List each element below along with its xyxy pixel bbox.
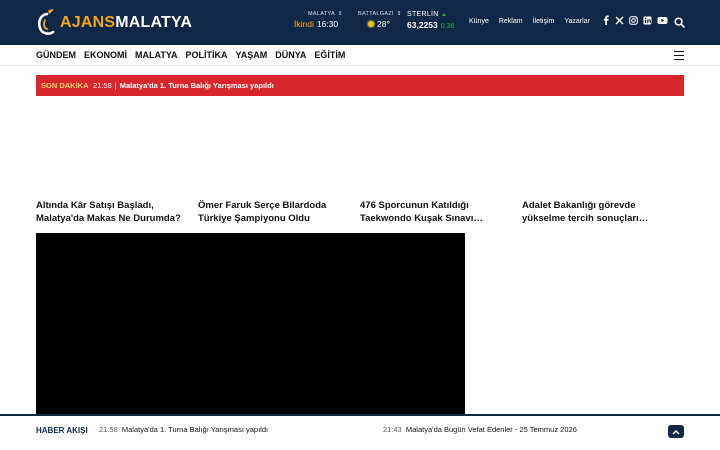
feed-time: 21:58	[99, 425, 118, 434]
search-icon[interactable]	[674, 15, 685, 33]
main-menu: GÜNDEM EKONOMİ MALATYA POLİTİKA YAŞAM DÜ…	[36, 50, 345, 60]
prayer-name: İkindi	[294, 19, 314, 29]
breaking-separator: |	[114, 81, 117, 90]
breaking-time: 21:58	[93, 81, 112, 90]
top-header: AJANSMALATYA MALATYA ⇕ İkindi 16:30 BATTAL…	[0, 0, 720, 45]
youtube-icon[interactable]	[657, 16, 668, 25]
top-nav: Künye Reklam İletişim Yazarlar	[469, 18, 590, 25]
nav-yazarlar[interactable]: Yazarlar	[564, 18, 590, 25]
site-logo[interactable]: AJANSMALATYA	[36, 6, 192, 40]
nav-iletisim[interactable]: İletişim	[533, 18, 555, 25]
headline-cards: Altında Kâr Satışı Başladı, Malatya'da M…	[36, 200, 684, 225]
weather-widget[interactable]: BATTALGAZİ ⇕ 28°	[358, 11, 402, 29]
up-trend-icon	[441, 13, 446, 16]
menu-ekonomi[interactable]: EKONOMİ	[84, 50, 127, 60]
sun-icon	[368, 21, 374, 27]
currency-label: STERLİN	[407, 11, 439, 18]
menu-gundem[interactable]: GÜNDEM	[36, 50, 76, 60]
currency-change: 0.36	[440, 23, 455, 30]
prayer-time: 16:30	[316, 19, 339, 29]
temperature: 28°	[377, 19, 390, 29]
chevron-up-icon	[672, 429, 680, 435]
menu-politika[interactable]: POLİTİKA	[186, 50, 228, 60]
news-card-title[interactable]: Ömer Faruk Serçe Bilardoda Türkiye Şampi…	[198, 200, 360, 225]
linkedin-icon[interactable]	[643, 16, 652, 25]
prayer-time-widget[interactable]: MALATYA ⇕ İkindi 16:30	[294, 11, 343, 29]
menu-egitim[interactable]: EĞİTİM	[314, 50, 345, 60]
video-player[interactable]	[36, 233, 465, 418]
facebook-icon[interactable]	[602, 15, 610, 25]
logo-text: AJANSMALATYA	[60, 14, 193, 31]
news-card-title[interactable]: Adalet Bakanlığı görevde yükselme tercih…	[522, 200, 684, 225]
feed-item[interactable]: 21:43 Malatya'da Bugün Vefat Edenler - 2…	[383, 425, 577, 434]
nav-reklam[interactable]: Reklam	[499, 18, 523, 25]
menu-dunya[interactable]: DÜNYA	[275, 50, 306, 60]
news-feed-label: HABER AKIŞI	[36, 426, 88, 435]
menu-malatya[interactable]: MALATYA	[135, 50, 178, 60]
feed-time: 21:43	[383, 425, 402, 434]
city-label: MALATYA	[308, 11, 335, 17]
main-menu-bar: GÜNDEM EKONOMİ MALATYA POLİTİKA YAŞAM DÜ…	[0, 45, 720, 66]
breaking-news-bar[interactable]: SON DAKİKA 21:58 | Malatya'da 1. Turna B…	[36, 75, 684, 96]
breaking-tag: SON DAKİKA	[41, 81, 89, 90]
nav-kunye[interactable]: Künye	[469, 18, 489, 25]
news-card-title[interactable]: Altında Kâr Satışı Başladı, Malatya'da M…	[36, 200, 198, 225]
chevron-updown-icon: ⇕	[337, 11, 343, 17]
x-icon[interactable]	[615, 16, 624, 25]
feed-text: Malatya'da Bugün Vefat Edenler - 25 Temm…	[405, 425, 577, 434]
scroll-up-button[interactable]	[668, 425, 684, 438]
news-feed-bar: HABER AKIŞI 21:58 Malatya'da 1. Turna Ba…	[0, 414, 720, 450]
feed-text: Malatya'da 1. Turna Balığı Yarışması yap…	[121, 425, 269, 434]
breaking-text[interactable]: Malatya'da 1. Turna Balığı Yarışması yap…	[120, 81, 274, 90]
menu-yasam[interactable]: YAŞAM	[236, 50, 268, 60]
instagram-icon[interactable]	[629, 15, 638, 25]
news-card-title[interactable]: 476 Sporcunun Katıldığı Taekwondo Kuşak …	[360, 200, 522, 225]
district-label: BATTALGAZİ	[358, 11, 394, 17]
hamburger-menu-icon[interactable]	[674, 51, 684, 62]
social-links	[602, 15, 668, 25]
feed-item[interactable]: 21:58 Malatya'da 1. Turna Balığı Yarışma…	[99, 425, 268, 434]
currency-widget[interactable]: STERLİN 63,2253 0.36	[407, 11, 454, 30]
chevron-updown-icon: ⇕	[396, 11, 402, 17]
logo-mark-icon	[36, 8, 58, 38]
currency-value: 63,2253	[407, 20, 438, 30]
